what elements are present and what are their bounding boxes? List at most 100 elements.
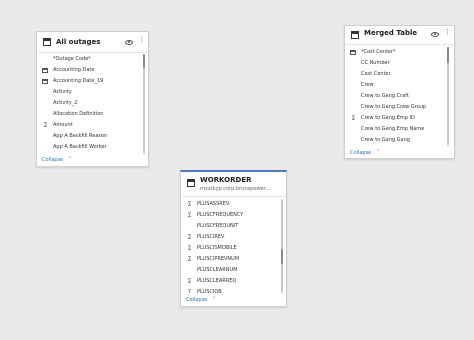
scrollbar-thumb[interactable] (281, 249, 283, 264)
sigma-icon: Σ (43, 122, 48, 129)
scrollbar[interactable] (281, 199, 283, 293)
table-card-merged-table[interactable]: Merged Table ⋮ *Cost Center* CC Number Cos… (344, 25, 455, 159)
card-header[interactable]: All outages ⋮ (37, 32, 148, 52)
card-subtitle: mxstbyp.corp.brucepower.... (200, 186, 272, 192)
table-icon (351, 31, 359, 39)
field-label: Accounting Date_19 (53, 78, 104, 84)
field-label: PLUSCLEARREQ (197, 278, 237, 284)
sigma-icon: Σ (187, 245, 192, 252)
collapse-link[interactable]: Collapse (42, 157, 63, 163)
scrollbar[interactable] (447, 47, 449, 146)
card-title: Merged Table (364, 29, 418, 37)
calendar-icon (42, 68, 48, 73)
field-label: Crew to Gang.Gang (361, 137, 410, 143)
card-header[interactable]: WORKORDER mxstbyp.corp.brucepower.... (181, 172, 286, 194)
field-row[interactable]: PLUSCFREQUNIT (181, 221, 286, 232)
field-row[interactable]: Σ PLUSCISMOBILE (181, 243, 286, 254)
field-row[interactable]: Crew (345, 80, 454, 91)
chevron-up-icon[interactable]: ⌃ (376, 149, 380, 155)
scrollbar-thumb[interactable] (447, 47, 449, 63)
sigma-icon: Σ (187, 212, 192, 219)
field-row[interactable]: Σ PLUSCIREV (181, 232, 286, 243)
more-options-icon[interactable]: ⋮ (444, 29, 451, 36)
field-label: Crew to Gang.Crew Group (361, 104, 427, 110)
field-label: Accounting Date (53, 67, 95, 73)
card-title: All outages (56, 38, 101, 46)
sigma-icon: Σ (187, 289, 192, 293)
field-label: Crew to Gang.Emp ID (361, 115, 415, 121)
field-row[interactable]: Allocation Definition (37, 109, 148, 120)
scrollbar[interactable] (143, 54, 145, 154)
field-label: Amount (53, 122, 73, 128)
field-list: Σ PLUSASSREV Σ PLUSCFREQUENCY PLUSCFREQUNIT Σ… (181, 199, 286, 293)
field-label: Allocation Definition (53, 111, 104, 117)
visibility-eye-icon[interactable] (431, 32, 439, 37)
field-label: PLUSCFREQUENCY (197, 212, 244, 218)
collapse-link[interactable]: Collapse (186, 297, 207, 303)
chevron-up-icon[interactable]: ⌃ (212, 296, 216, 302)
field-row[interactable]: Activity (37, 87, 148, 98)
field-label: CC Number (361, 60, 390, 66)
header-divider (37, 52, 148, 53)
field-row[interactable]: Crew to Gang.Crew Group (345, 102, 454, 113)
visibility-eye-icon[interactable] (125, 40, 133, 45)
field-label: Crew (361, 82, 374, 88)
field-row[interactable]: Σ PLUSCLEARREQ (181, 276, 286, 287)
field-row[interactable]: Crew to Gang.Craft (345, 91, 454, 102)
field-label: Cost Center (361, 71, 391, 77)
sigma-icon: Σ (187, 256, 192, 263)
field-label: *Outage Code* (53, 56, 91, 62)
card-title: WORKORDER (200, 176, 252, 184)
field-row[interactable]: Crew to Gang.Emp Name (345, 124, 454, 135)
field-list: *Cost Center* CC Number Cost Center Crew Cre… (345, 47, 454, 146)
field-label: PLUSCIREV (197, 234, 225, 240)
field-row[interactable]: Cost Center (345, 69, 454, 80)
table-icon (187, 179, 195, 187)
chevron-up-icon[interactable]: ⌃ (68, 156, 72, 162)
field-label: PLUSCJOB (197, 289, 222, 293)
collapse-link[interactable]: Collapse (350, 150, 371, 156)
table-icon (350, 50, 356, 55)
field-label: PLUSASSREV (197, 201, 230, 207)
field-row[interactable]: Crew to Gang.Gang (345, 135, 454, 146)
sigma-icon: Σ (187, 201, 192, 208)
field-row[interactable]: *Outage Code* (37, 54, 148, 65)
table-card-all-outages[interactable]: All outages ⋮ *Outage Code* Accounting Da… (36, 31, 149, 167)
field-row[interactable]: CC Number (345, 58, 454, 69)
field-row[interactable]: Σ Amount (37, 120, 148, 131)
field-label: Crew to Gang.Craft (361, 93, 409, 99)
field-label: Activity_2 (53, 100, 78, 106)
sigma-icon: Σ (187, 234, 192, 241)
field-row[interactable]: Activity_2 (37, 98, 148, 109)
field-row[interactable]: Accounting Date (37, 65, 148, 76)
field-label: App A Backfill Worker (53, 144, 107, 150)
field-row[interactable]: Σ PLUSASSREV (181, 199, 286, 210)
field-row[interactable]: Σ PLUSCJOB (181, 287, 286, 293)
field-row[interactable]: Σ PLUSCIPREVNUM (181, 254, 286, 265)
card-header[interactable]: Merged Table ⋮ (345, 26, 454, 44)
field-row[interactable]: App A Backfill Reason (37, 131, 148, 142)
field-list: *Outage Code* Accounting Date Accounting D… (37, 54, 148, 154)
field-row[interactable]: PLUSCLEARNUM (181, 265, 286, 276)
sigma-icon: Σ (187, 278, 192, 285)
field-row[interactable]: App A Backfill Worker (37, 142, 148, 153)
field-label: *Cost Center* (361, 49, 396, 55)
header-divider (345, 44, 454, 45)
calendar-icon (42, 79, 48, 84)
sigma-icon: Σ (351, 115, 356, 122)
field-label: PLUSCISMOBILE (197, 245, 237, 251)
field-row[interactable]: Σ Crew to Gang.Emp ID (345, 113, 454, 124)
table-card-workorder[interactable]: WORKORDER mxstbyp.corp.brucepower.... ΣP… (180, 170, 287, 307)
field-row[interactable]: Accounting Date_19 (37, 76, 148, 87)
field-row[interactable]: Σ PLUSCFREQUENCY (181, 210, 286, 221)
scrollbar-thumb[interactable] (143, 54, 145, 68)
more-options-icon[interactable]: ⋮ (138, 37, 145, 44)
field-label: App A Backfill Reason (53, 133, 108, 139)
field-label: PLUSCLEARNUM (197, 267, 238, 273)
field-label: PLUSCIPREVNUM (197, 256, 240, 262)
field-label: Activity (53, 89, 72, 95)
header-divider (181, 196, 286, 197)
field-label: PLUSCFREQUNIT (197, 223, 239, 229)
field-row[interactable]: *Cost Center* (345, 47, 454, 58)
table-icon (43, 38, 51, 46)
